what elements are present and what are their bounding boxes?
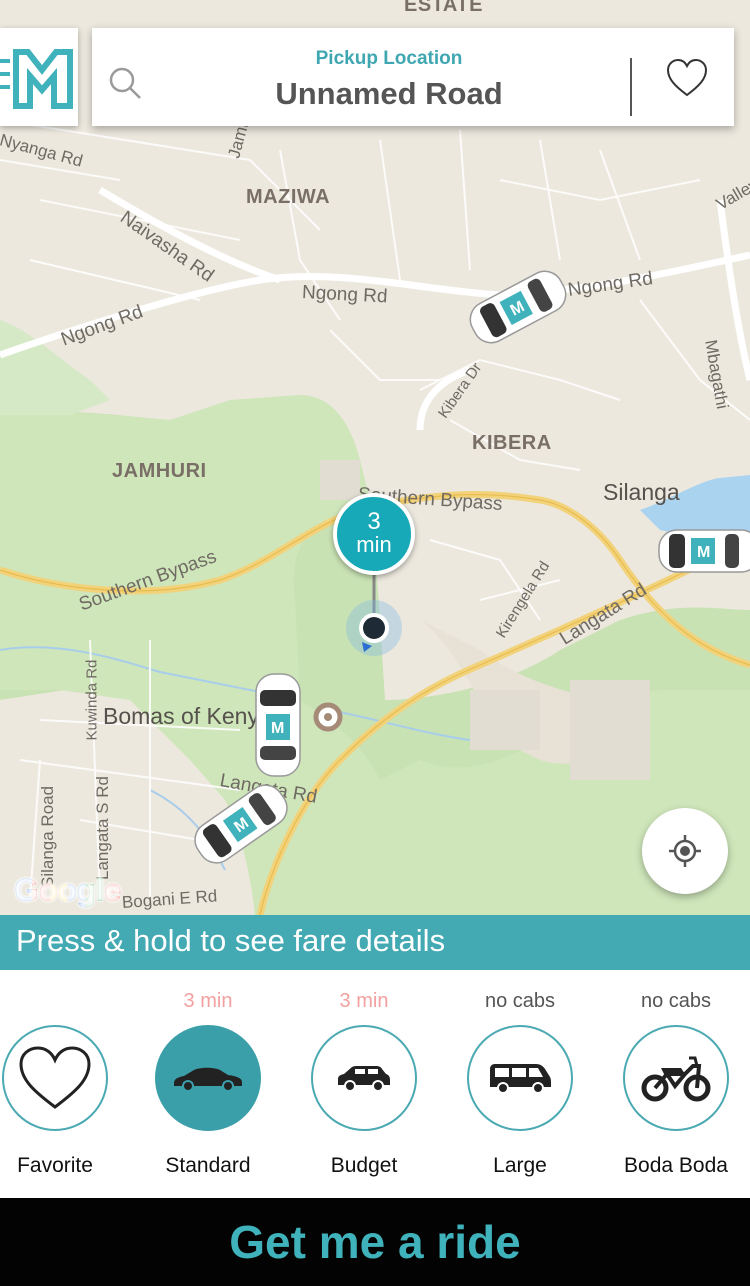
option-standard-label: Standard: [165, 1154, 251, 1177]
van-icon: [490, 1064, 551, 1094]
option-favorite[interactable]: Favorite: [0, 970, 130, 1198]
heart-icon: [19, 1046, 91, 1109]
sedan-icon: [174, 1067, 242, 1092]
option-boda-boda-eta: no cabs: [640, 990, 712, 1012]
vehicle-options: Favorite 3 min Standard 3 min Budget no: [0, 970, 750, 1198]
road-label-kuwinda: Kuwinda Rd: [83, 659, 101, 741]
my-location-button[interactable]: [642, 808, 728, 894]
car-marker-3[interactable]: M: [250, 670, 306, 780]
option-boda-boda-label: Boda Boda: [624, 1154, 728, 1177]
car-marker-4[interactable]: M: [186, 774, 296, 874]
favorite-location-button[interactable]: [652, 48, 722, 108]
option-favorite-label: Favorite: [17, 1154, 93, 1177]
map-area-maziwa: MAZIWA: [246, 186, 331, 208]
option-large-circle[interactable]: [467, 1025, 573, 1131]
svg-text:M: M: [697, 544, 710, 561]
header-divider: [630, 58, 632, 116]
option-standard[interactable]: 3 min Standard: [133, 970, 283, 1198]
map-view[interactable]: ESTATE MAZIWA KIBERA JAMHURI Silanga Bom…: [0, 0, 750, 915]
fare-details-text: Press & hold to see fare details: [16, 923, 446, 958]
crosshair-icon: [669, 835, 701, 867]
option-budget-label: Budget: [330, 1154, 398, 1177]
map-area-jamhuri: JAMHURI: [112, 460, 207, 482]
google-logo-text: Google: [14, 872, 122, 908]
google-logo: Google: [14, 872, 122, 909]
option-large-eta: no cabs: [484, 990, 556, 1012]
motorbike-icon: [641, 1056, 711, 1102]
pickup-location-value[interactable]: Unnamed Road: [92, 76, 686, 112]
option-large[interactable]: no cabs Large: [445, 970, 595, 1198]
menu-logo-button[interactable]: [0, 28, 78, 126]
eta-pin-value: 3: [367, 508, 381, 535]
option-budget-eta: 3 min: [339, 990, 389, 1012]
road-label-ngong-1: Ngong Rd: [301, 282, 389, 308]
option-budget[interactable]: 3 min Budget: [289, 970, 439, 1198]
map-place-bomas: Bomas of Kenya: [103, 703, 272, 729]
option-favorite-circle[interactable]: [2, 1025, 108, 1131]
pickup-location-card[interactable]: Pickup Location Unnamed Road: [92, 28, 734, 126]
map-label-estate: ESTATE: [404, 0, 483, 16]
brand-logo-icon: [0, 49, 73, 109]
option-large-label: Large: [493, 1154, 547, 1177]
option-boda-boda-circle[interactable]: [623, 1025, 729, 1131]
svg-text:M: M: [271, 720, 284, 737]
fare-details-banner[interactable]: Press & hold to see fare details: [0, 915, 750, 970]
hatchback-icon: [338, 1066, 390, 1092]
eta-pin[interactable]: 3 min: [333, 493, 415, 575]
option-standard-eta: 3 min: [183, 990, 233, 1012]
option-budget-circle[interactable]: [311, 1025, 417, 1131]
pickup-location-title: Pickup Location: [315, 48, 463, 69]
eta-pin-unit: min: [356, 532, 392, 557]
road-label-langata-s: Langata S Rd: [93, 776, 112, 880]
get-ride-label: Get me a ride: [229, 1216, 521, 1268]
heart-icon: [666, 58, 708, 97]
car-marker-1[interactable]: M: [458, 262, 578, 352]
option-standard-circle[interactable]: [155, 1025, 261, 1131]
car-marker-2[interactable]: M: [655, 522, 750, 582]
option-boda-boda[interactable]: no cabs Boda Boda: [601, 970, 750, 1198]
map-place-silanga: Silanga: [603, 479, 680, 505]
map-area-kibera: KIBERA: [472, 432, 552, 454]
get-ride-button[interactable]: Get me a ride: [0, 1198, 750, 1286]
